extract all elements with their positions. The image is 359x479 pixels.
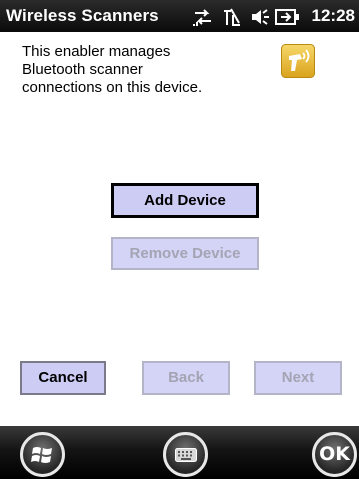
connectivity-icon[interactable] [192, 7, 214, 27]
signal-off-icon[interactable] [222, 7, 242, 27]
ok-button[interactable]: OK [312, 432, 357, 477]
clock[interactable]: 12:28 [312, 6, 355, 26]
remove-device-button[interactable]: Remove Device [111, 237, 259, 270]
back-button[interactable]: Back [142, 361, 230, 395]
description-text: This enabler manages Bluetooth scanner c… [22, 43, 252, 97]
description-line: Bluetooth scanner [22, 61, 143, 78]
windows-flag-icon [30, 446, 52, 463]
cancel-button[interactable]: Cancel [20, 361, 106, 395]
volume-icon[interactable] [249, 7, 271, 27]
status-icons [0, 5, 359, 29]
battery-icon[interactable] [275, 8, 301, 26]
next-button[interactable]: Next [254, 361, 342, 395]
title-bar: Wireless Scanners 12:28 [0, 0, 359, 32]
keyboard-button[interactable] [163, 432, 208, 477]
bluetooth-scanner-icon [281, 44, 315, 78]
keyboard-icon [174, 447, 197, 462]
description-line: This enabler manages [22, 43, 171, 60]
description-line: connections on this device. [22, 79, 203, 96]
add-device-button[interactable]: Add Device [111, 183, 259, 218]
start-button[interactable] [20, 432, 65, 477]
